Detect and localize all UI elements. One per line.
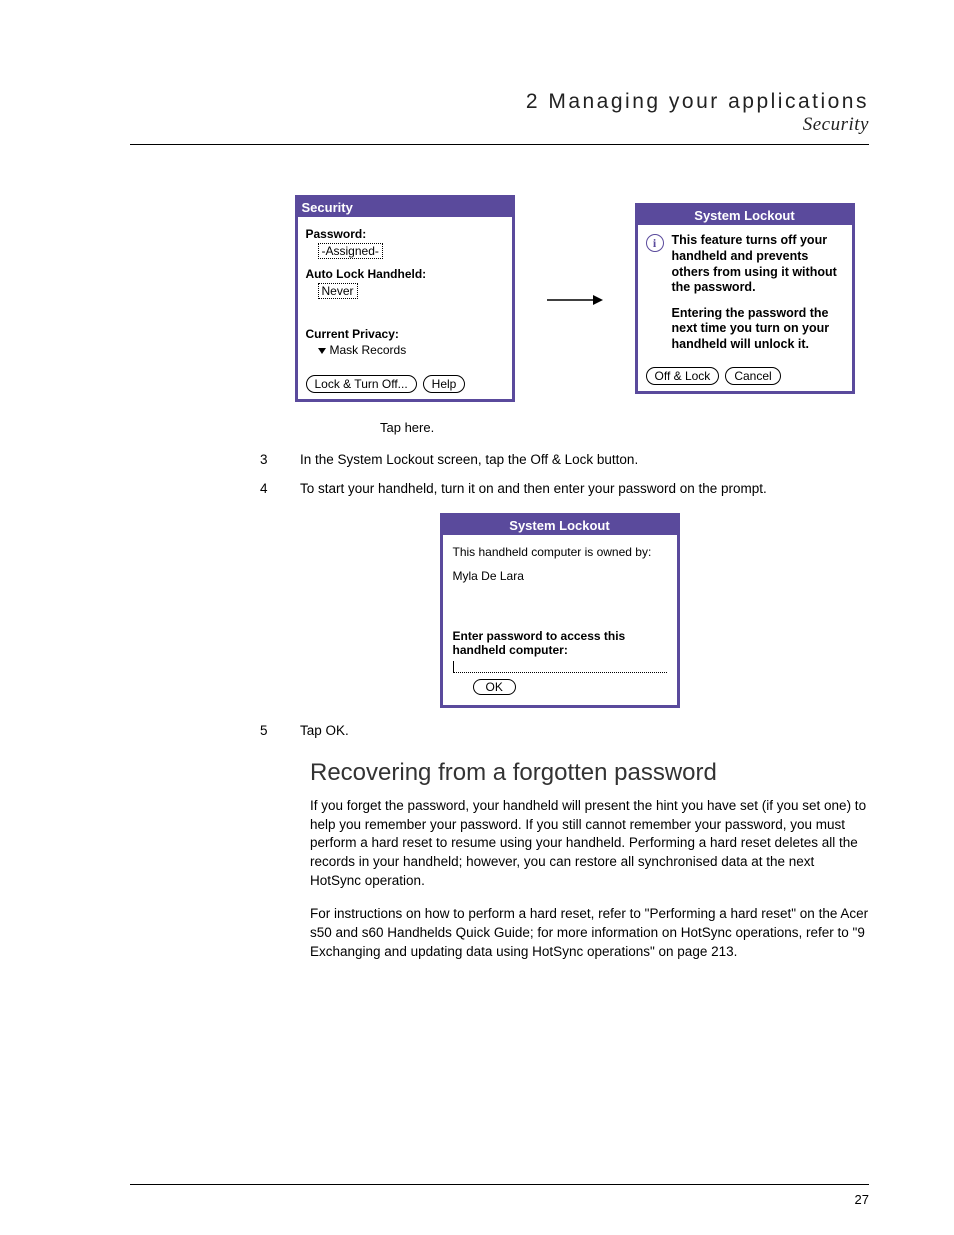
lockout-titlebar: System Lockout <box>638 206 852 225</box>
help-button[interactable]: Help <box>423 375 466 393</box>
step-5-num: 5 <box>260 722 300 741</box>
security-titlebar: Security <box>298 198 512 217</box>
arrow-icon <box>545 286 605 312</box>
security-screen: Security Password: -Assigned- Auto Lock … <box>295 195 515 402</box>
chevron-down-icon <box>318 348 326 354</box>
lockout-para1: This feature turns off your handheld and… <box>672 233 844 296</box>
owner-lockout-screen: System Lockout This handheld computer is… <box>440 513 680 708</box>
enter-password-label: Enter password to access this handheld c… <box>453 629 667 657</box>
page-number: 27 <box>855 1192 869 1207</box>
recovering-p2: For instructions on how to perform a har… <box>310 905 869 962</box>
chapter-title: 2 Managing your applications <box>130 90 869 114</box>
step-3-text: In the System Lockout screen, tap the Of… <box>300 451 638 470</box>
password-label: Password: <box>306 227 504 241</box>
step-3-num: 3 <box>260 451 300 470</box>
step-5: 5 Tap OK. <box>260 722 869 741</box>
step-4-text: To start your handheld, turn it on and t… <box>300 480 767 499</box>
info-icon: i <box>646 234 664 252</box>
lockout-para2: Entering the password the next time you … <box>672 306 844 353</box>
privacy-label: Current Privacy: <box>306 327 504 341</box>
screenshot-row: Security Password: -Assigned- Auto Lock … <box>280 195 869 402</box>
privacy-value: Mask Records <box>330 343 407 357</box>
tap-here-caption: Tap here. <box>380 420 869 435</box>
system-lockout-dialog: System Lockout i This feature turns off … <box>635 203 855 393</box>
ok-button[interactable]: OK <box>473 679 516 695</box>
footer-rule <box>130 1184 869 1185</box>
owner-titlebar: System Lockout <box>443 516 677 535</box>
password-input[interactable] <box>453 659 667 673</box>
header-rule <box>130 144 869 145</box>
off-lock-button[interactable]: Off & Lock <box>646 367 720 385</box>
lock-turn-off-button[interactable]: Lock & Turn Off... <box>306 375 417 393</box>
owner-name: Myla De Lara <box>453 569 667 583</box>
recovering-p1: If you forget the password, your handhel… <box>310 797 869 891</box>
section-title: Security <box>130 114 869 136</box>
autolock-value[interactable]: Never <box>318 283 358 299</box>
step-4-num: 4 <box>260 480 300 499</box>
step-4: 4 To start your handheld, turn it on and… <box>260 480 869 499</box>
autolock-label: Auto Lock Handheld: <box>306 267 504 281</box>
step-5-text: Tap OK. <box>300 722 349 741</box>
cancel-button[interactable]: Cancel <box>725 367 780 385</box>
privacy-dropdown[interactable]: Mask Records <box>318 343 504 357</box>
recovering-heading: Recovering from a forgotten password <box>310 759 869 787</box>
owned-by-label: This handheld computer is owned by: <box>453 545 667 559</box>
step-3: 3 In the System Lockout screen, tap the … <box>260 451 869 470</box>
password-value[interactable]: -Assigned- <box>318 243 383 259</box>
